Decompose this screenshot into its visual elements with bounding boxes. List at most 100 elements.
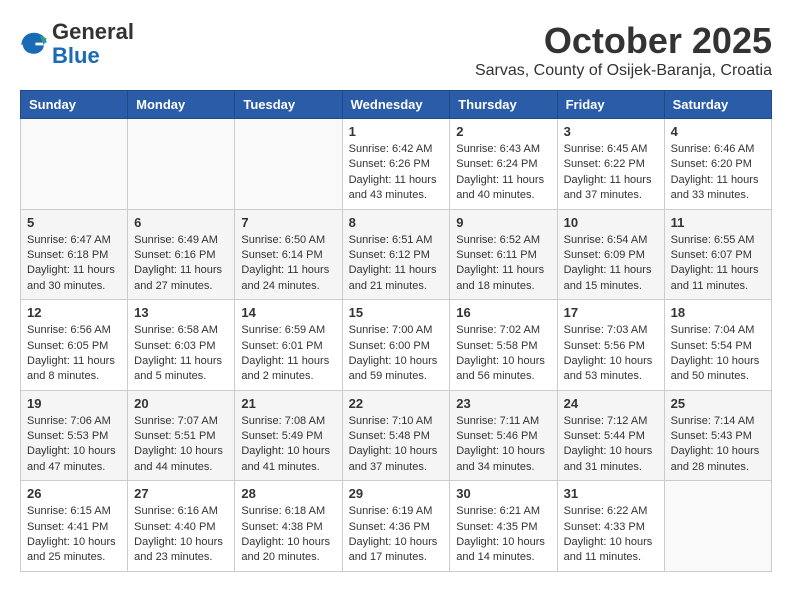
- calendar-cell: 29Sunrise: 6:19 AM Sunset: 4:36 PM Dayli…: [342, 481, 450, 572]
- day-info: Sunrise: 6:58 AM Sunset: 6:03 PM Dayligh…: [134, 323, 228, 385]
- day-info: Sunrise: 7:10 AM Sunset: 5:48 PM Dayligh…: [349, 414, 444, 476]
- day-number: 22: [349, 396, 444, 411]
- calendar-cell: 17Sunrise: 7:03 AM Sunset: 5:56 PM Dayli…: [557, 300, 664, 391]
- location-title: Sarvas, County of Osijek-Baranja, Croati…: [475, 62, 772, 80]
- calendar-cell: 13 Sunrise: 6:58 AM Sunset: 6:03 PM Dayli…: [128, 300, 235, 391]
- day-number: 23: [456, 396, 550, 411]
- day-number: 11: [671, 215, 765, 230]
- calendar-cell: 20 Sunrise: 7:07 AM Sunset: 5:51 PM Dayli…: [128, 390, 235, 481]
- calendar-cell: [128, 119, 235, 210]
- calendar-cell: 27 Sunrise: 6:16 AM Sunset: 4:40 PM Dayli…: [128, 481, 235, 572]
- weekday-header-tuesday: Tuesday: [235, 91, 342, 119]
- day-number: 20: [134, 396, 228, 411]
- logo-icon: [20, 30, 48, 58]
- calendar-cell: 26 Sunrise: 6:15 AM Sunset: 4:41 PM Dayli…: [21, 481, 128, 572]
- day-number: 17: [564, 305, 658, 320]
- weekday-header-monday: Monday: [128, 91, 235, 119]
- day-info: Sunrise: 6:50 AM Sunset: 6:14 PM Dayligh…: [241, 233, 335, 295]
- day-info: Sunrise: 6:22 AM Sunset: 4:33 PM Dayligh…: [564, 504, 658, 566]
- calendar-cell: 6 Sunrise: 6:49 AM Sunset: 6:16 PM Daylig…: [128, 209, 235, 300]
- day-number: 27: [134, 486, 228, 501]
- day-info: Sunrise: 6:59 AM Sunset: 6:01 PM Dayligh…: [241, 323, 335, 385]
- day-number: 26: [27, 486, 121, 501]
- day-info: Sunrise: 7:12 AM Sunset: 5:44 PM Dayligh…: [564, 414, 658, 476]
- day-info: Sunrise: 6:54 AM Sunset: 6:09 PM Dayligh…: [564, 233, 658, 295]
- day-info: Sunrise: 7:06 AM Sunset: 5:53 PM Dayligh…: [27, 414, 121, 476]
- weekday-header-friday: Friday: [557, 91, 664, 119]
- month-title: October 2025: [475, 20, 772, 62]
- day-number: 24: [564, 396, 658, 411]
- calendar-cell: 16 Sunrise: 7:02 AM Sunset: 5:58 PM Dayli…: [450, 300, 557, 391]
- page-header: General Blue October 2025 Sarvas, County…: [20, 20, 772, 80]
- day-number: 13: [134, 305, 228, 320]
- day-number: 4: [671, 124, 765, 139]
- calendar-cell: [235, 119, 342, 210]
- logo: General Blue: [20, 20, 134, 68]
- calendar-cell: 15 Sunrise: 7:00 AM Sunset: 6:00 PM Dayli…: [342, 300, 450, 391]
- day-number: 5: [27, 215, 121, 230]
- calendar-cell: [664, 481, 771, 572]
- day-info: Sunrise: 6:21 AM Sunset: 4:35 PM Dayligh…: [456, 504, 550, 566]
- calendar-cell: 9 Sunrise: 6:52 AM Sunset: 6:11 PM Daylig…: [450, 209, 557, 300]
- day-info: Sunrise: 7:14 AM Sunset: 5:43 PM Dayligh…: [671, 414, 765, 476]
- calendar-cell: 31Sunrise: 6:22 AM Sunset: 4:33 PM Dayli…: [557, 481, 664, 572]
- day-info: Sunrise: 7:00 AM Sunset: 6:00 PM Dayligh…: [349, 323, 444, 385]
- day-info: Sunrise: 6:43 AM Sunset: 6:24 PM Dayligh…: [456, 142, 550, 204]
- calendar-cell: 22 Sunrise: 7:10 AM Sunset: 5:48 PM Dayli…: [342, 390, 450, 481]
- weekday-header-saturday: Saturday: [664, 91, 771, 119]
- day-number: 30: [456, 486, 550, 501]
- calendar-cell: 24 Sunrise: 7:12 AM Sunset: 5:44 PM Dayli…: [557, 390, 664, 481]
- day-info: Sunrise: 6:52 AM Sunset: 6:11 PM Dayligh…: [456, 233, 550, 295]
- day-number: 16: [456, 305, 550, 320]
- calendar-cell: 1Sunrise: 6:42 AM Sunset: 6:26 PM Daylig…: [342, 119, 450, 210]
- weekday-header-wednesday: Wednesday: [342, 91, 450, 119]
- day-number: 12: [27, 305, 121, 320]
- calendar-cell: 25 Sunrise: 7:14 AM Sunset: 5:43 PM Dayli…: [664, 390, 771, 481]
- day-info: Sunrise: 7:07 AM Sunset: 5:51 PM Dayligh…: [134, 414, 228, 476]
- day-info: Sunrise: 6:46 AM Sunset: 6:20 PM Dayligh…: [671, 142, 765, 204]
- weekday-header-sunday: Sunday: [21, 91, 128, 119]
- day-info: Sunrise: 6:51 AM Sunset: 6:12 PM Dayligh…: [349, 233, 444, 295]
- calendar-cell: 12Sunrise: 6:56 AM Sunset: 6:05 PM Dayli…: [21, 300, 128, 391]
- day-number: 14: [241, 305, 335, 320]
- calendar-cell: 23 Sunrise: 7:11 AM Sunset: 5:46 PM Dayli…: [450, 390, 557, 481]
- calendar-cell: 5Sunrise: 6:47 AM Sunset: 6:18 PM Daylig…: [21, 209, 128, 300]
- day-info: Sunrise: 7:11 AM Sunset: 5:46 PM Dayligh…: [456, 414, 550, 476]
- day-number: 7: [241, 215, 335, 230]
- day-number: 2: [456, 124, 550, 139]
- day-number: 18: [671, 305, 765, 320]
- calendar-cell: 11 Sunrise: 6:55 AM Sunset: 6:07 PM Dayli…: [664, 209, 771, 300]
- day-number: 9: [456, 215, 550, 230]
- day-info: Sunrise: 7:02 AM Sunset: 5:58 PM Dayligh…: [456, 323, 550, 385]
- day-number: 28: [241, 486, 335, 501]
- day-number: 19: [27, 396, 121, 411]
- logo-general-text: General: [52, 19, 134, 44]
- calendar-cell: 10Sunrise: 6:54 AM Sunset: 6:09 PM Dayli…: [557, 209, 664, 300]
- calendar-cell: [21, 119, 128, 210]
- day-info: Sunrise: 6:49 AM Sunset: 6:16 PM Dayligh…: [134, 233, 228, 295]
- calendar-cell: 28Sunrise: 6:18 AM Sunset: 4:38 PM Dayli…: [235, 481, 342, 572]
- day-number: 15: [349, 305, 444, 320]
- day-number: 21: [241, 396, 335, 411]
- calendar-cell: 14 Sunrise: 6:59 AM Sunset: 6:01 PM Dayli…: [235, 300, 342, 391]
- day-info: Sunrise: 6:55 AM Sunset: 6:07 PM Dayligh…: [671, 233, 765, 295]
- day-number: 8: [349, 215, 444, 230]
- calendar-cell: 19 Sunrise: 7:06 AM Sunset: 5:53 PM Dayli…: [21, 390, 128, 481]
- day-number: 25: [671, 396, 765, 411]
- day-info: Sunrise: 7:08 AM Sunset: 5:49 PM Dayligh…: [241, 414, 335, 476]
- calendar-cell: 30 Sunrise: 6:21 AM Sunset: 4:35 PM Dayli…: [450, 481, 557, 572]
- day-info: Sunrise: 7:04 AM Sunset: 5:54 PM Dayligh…: [671, 323, 765, 385]
- calendar-cell: 4 Sunrise: 6:46 AM Sunset: 6:20 PM Daylig…: [664, 119, 771, 210]
- calendar-cell: 3Sunrise: 6:45 AM Sunset: 6:22 PM Daylig…: [557, 119, 664, 210]
- day-number: 29: [349, 486, 444, 501]
- day-info: Sunrise: 6:45 AM Sunset: 6:22 PM Dayligh…: [564, 142, 658, 204]
- day-number: 1: [349, 124, 444, 139]
- title-block: October 2025 Sarvas, County of Osijek-Ba…: [475, 20, 772, 80]
- day-info: Sunrise: 6:15 AM Sunset: 4:41 PM Dayligh…: [27, 504, 121, 566]
- calendar-cell: 8 Sunrise: 6:51 AM Sunset: 6:12 PM Daylig…: [342, 209, 450, 300]
- day-number: 6: [134, 215, 228, 230]
- day-info: Sunrise: 6:16 AM Sunset: 4:40 PM Dayligh…: [134, 504, 228, 566]
- weekday-header-thursday: Thursday: [450, 91, 557, 119]
- calendar-header-row: SundayMondayTuesdayWednesdayThursdayFrid…: [21, 91, 772, 119]
- calendar-week-5: 26 Sunrise: 6:15 AM Sunset: 4:41 PM Dayli…: [21, 481, 772, 572]
